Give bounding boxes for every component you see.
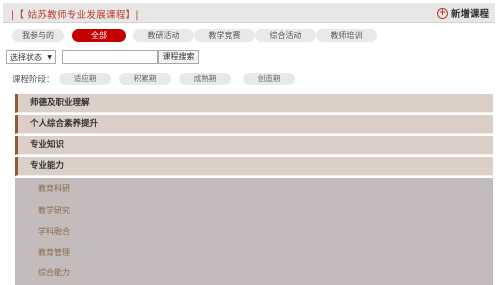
category-personal-literacy[interactable]: 个人综合素养提升 (15, 115, 493, 134)
status-select-value: 选择状态 (10, 53, 42, 62)
stage-maturity[interactable]: 成熟期 (179, 73, 231, 85)
stage-creation[interactable]: 创造期 (243, 73, 295, 85)
search-input[interactable] (62, 50, 158, 64)
tab-comprehensive-activity[interactable]: 综合活动 (255, 29, 316, 42)
category-professional-knowledge[interactable]: 专业知识 (15, 136, 493, 155)
tab-all[interactable]: 全部 (72, 29, 126, 42)
stage-accumulation[interactable]: 积累期 (119, 73, 171, 85)
sub-item-subject-integration[interactable]: 学科融合 (38, 226, 70, 237)
caret-down-icon: ▼ (47, 54, 52, 61)
status-select[interactable]: 选择状态 ▼ (6, 50, 56, 64)
sub-item-education-research[interactable]: 教育科研 (38, 183, 70, 194)
tab-teaching-competition[interactable]: 教学竞赛 (194, 29, 255, 42)
add-course-button[interactable]: + 新增课程 (436, 6, 489, 20)
search-button[interactable]: 课程搜索 (158, 50, 199, 64)
sub-item-comprehensive-ability[interactable]: 综合能力 (38, 267, 70, 278)
tab-participated[interactable]: 我参与的 (12, 29, 64, 42)
plus-circle-icon: + (436, 7, 448, 19)
stage-label: 课程阶段： (12, 75, 55, 85)
sub-item-education-management[interactable]: 教育管理 (38, 247, 70, 258)
sub-item-panel: 教育科研 教学研究 学科融合 教育管理 综合能力 (15, 178, 493, 285)
tab-teaching-research[interactable]: 教研活动 (133, 29, 194, 42)
stage-adaptation[interactable]: 适应期 (59, 73, 111, 85)
category-ethics[interactable]: 师德及职业理解 (15, 94, 493, 113)
page-title: |【 姑苏教师专业发展课程】| (11, 10, 139, 21)
category-professional-ability[interactable]: 专业能力 (15, 157, 493, 176)
sub-item-teaching-study[interactable]: 教学研究 (38, 205, 70, 216)
header-bar: |【 姑苏教师专业发展课程】| + 新增课程 (3, 3, 495, 23)
tab-teacher-training[interactable]: 教师培训 (316, 29, 377, 42)
add-course-label: 新增课程 (450, 9, 489, 20)
